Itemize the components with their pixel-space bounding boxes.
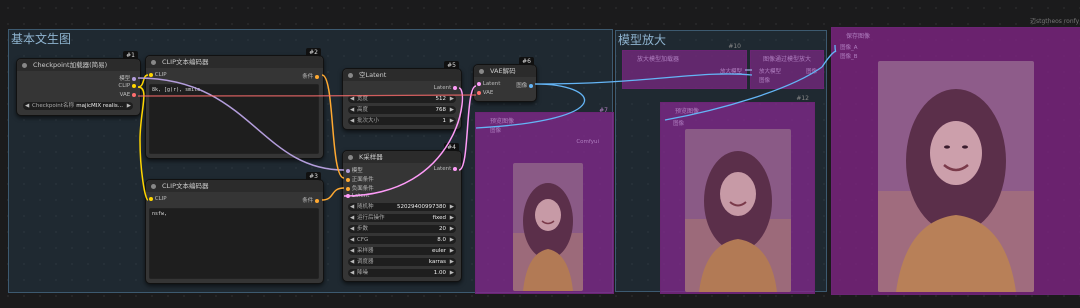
input-upscale-model[interactable]: 放大模型 [759, 67, 781, 75]
output-conditioning[interactable]: 条件 [302, 196, 319, 204]
input-model[interactable]: 模型 [346, 166, 363, 174]
node-title: CLIP文本编码器 [162, 182, 209, 190]
node-badge: #10 [728, 43, 741, 50]
node-title: VAE解码 [490, 67, 516, 75]
node-title: Checkpoint加载器(简易) [33, 61, 108, 69]
output-upscale-model[interactable]: 放大模型 [720, 67, 742, 75]
node-title: 预览图像 [675, 108, 700, 115]
input-latent[interactable]: Latent [477, 81, 500, 87]
node-title: K采样器 [359, 153, 383, 161]
collapse-dot-icon[interactable] [348, 73, 353, 78]
height-widget[interactable]: ◀ 高度 768 ▶ [348, 106, 456, 114]
collapse-dot-icon[interactable] [479, 69, 484, 74]
output-image[interactable]: 图像 [806, 67, 817, 75]
output-latent[interactable]: Latent [434, 166, 457, 172]
input-image[interactable]: 图像 [759, 76, 770, 84]
group-title: 模型放大 [618, 33, 667, 47]
output-clip[interactable]: CLIP [118, 83, 136, 89]
input-latent[interactable]: Latent [346, 193, 369, 199]
denoise-widget[interactable]: ◀ 降噪 1.00 ▶ [348, 269, 456, 277]
width-widget[interactable]: ◀ 宽度 512 ▶ [348, 95, 456, 103]
watermark: 迈stgtheos ronfy [1030, 18, 1080, 25]
cfg-widget[interactable]: ◀ CFG 8.0 ▶ [348, 236, 456, 244]
node-title: 放大模型加载器 [637, 56, 680, 63]
steps-widget[interactable]: ◀ 步数 20 ▶ [348, 225, 456, 233]
input-negative[interactable]: 负面条件 [346, 184, 374, 192]
node-empty-latent[interactable]: #5 空Latent Latent ◀ 宽度 512 ▶ ◀ 高度 768 ▶ ◀ 批次大小 1… [342, 61, 462, 130]
input-image-b[interactable]: 图像_B [840, 52, 858, 60]
prompt-textarea[interactable]: nsfw, [149, 208, 319, 279]
output-model[interactable]: 模型 [119, 74, 136, 82]
node-title: 空Latent [359, 71, 387, 79]
node-vae-decode[interactable]: #6 VAE解码 Latent VAE 图像 [473, 57, 537, 102]
node-title: 图像通过模型放大 [763, 56, 812, 63]
node-title: 预览图像 [490, 118, 515, 125]
node-checkpoint-loader[interactable]: #1 Checkpoint加载器(简易) 模型 CLIP VAE ◀ Checkp… [16, 51, 141, 116]
saved-portrait-image [878, 61, 1034, 292]
input-clip[interactable]: CLIP [149, 196, 167, 202]
checkpoint-name-select[interactable]: ◀ Checkpoint名称 majicMIX realis... ▶ [23, 102, 133, 110]
node-upscale-model-loader[interactable]: #10 放大模型加载器 放大模型 [622, 43, 747, 89]
collapse-dot-icon[interactable] [348, 155, 353, 160]
node-title: 保存图像 [846, 33, 871, 40]
collapse-dot-icon[interactable] [151, 184, 156, 189]
node-title: CLIP文本编码器 [162, 58, 209, 66]
preview-sub-left: 图像 [490, 128, 502, 134]
node-ksampler[interactable]: #4 K采样器 模型 正面条件 负面条件 Latent Latent ◀ 随机种 5… [342, 143, 462, 282]
node-preview-image-upscaled[interactable]: #12 预览图像 图像 [660, 95, 815, 294]
node-badge: #7 [599, 107, 608, 114]
upscaled-portrait-image [685, 129, 791, 292]
output-vae[interactable]: VAE [120, 92, 136, 98]
seed-widget[interactable]: ◀ 随机种 52029400997380 ▶ [348, 203, 456, 211]
output-conditioning[interactable]: 条件 [302, 72, 319, 80]
control-after-generate-widget[interactable]: ◀ 运行后操作 fixed ▶ [348, 214, 456, 222]
node-preview-image[interactable]: #7 预览图像 图像 Comfyui [475, 107, 614, 294]
node-image-upscale-with-model[interactable]: 图像通过模型放大 放大模型 图像 图像 [750, 50, 824, 89]
input-vae[interactable]: VAE [477, 90, 493, 96]
sampler-widget[interactable]: ◀ 采样器 euler ▶ [348, 247, 456, 255]
prompt-textarea[interactable]: 8k, [g(r), smile, [149, 84, 319, 154]
output-latent[interactable]: Latent [434, 85, 457, 91]
collapse-dot-icon[interactable] [22, 63, 27, 68]
preview-sub-right: Comfyui [576, 139, 599, 145]
scheduler-widget[interactable]: ◀ 调度器 karras ▶ [348, 258, 456, 266]
node-clip-text-encode-negative[interactable]: #3 CLIP文本编码器 CLIP 条件 nsfw, [145, 172, 324, 284]
input-clip[interactable]: CLIP [149, 72, 167, 78]
group-title: 基本文生图 [11, 32, 72, 46]
node-save-image[interactable]: 保存图像 图像_A 图像_B [831, 27, 1080, 295]
node-clip-text-encode-positive[interactable]: #2 CLIP文本编码器 CLIP 条件 8k, [g(r), smile, [145, 48, 324, 159]
collapse-dot-icon[interactable] [151, 60, 156, 65]
node-badge: #12 [796, 95, 809, 102]
output-image[interactable]: 图像 [516, 81, 533, 89]
generated-portrait-image [513, 163, 583, 291]
batch-size-widget[interactable]: ◀ 批次大小 1 ▶ [348, 117, 456, 125]
input-image[interactable]: 图像 [673, 119, 684, 127]
input-image-a[interactable]: 图像_A [840, 43, 858, 51]
input-positive[interactable]: 正面条件 [346, 175, 374, 183]
